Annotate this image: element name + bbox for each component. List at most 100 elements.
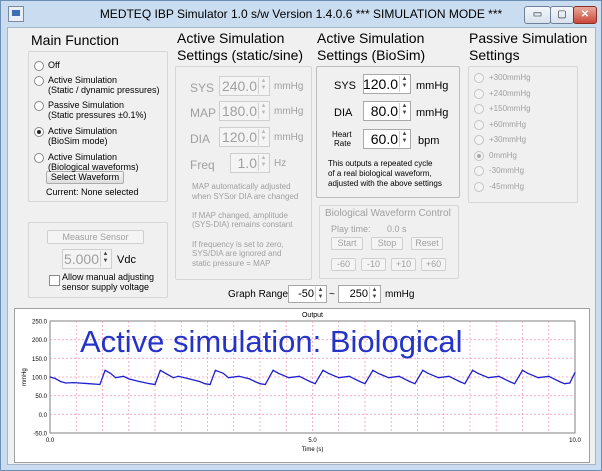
spinner-icon[interactable]: ▲ ▼: [258, 129, 268, 145]
passive-radio[interactable]: [474, 150, 484, 161]
main-function-radio[interactable]: [34, 101, 44, 111]
biosim-dia-label: DIA: [334, 107, 353, 119]
series-point: [78, 382, 80, 384]
biosim-dia-value: 80.0: [370, 103, 398, 119]
y-tick-label: -50.0: [33, 432, 47, 438]
series-point: [464, 383, 466, 385]
series-point: [364, 383, 366, 385]
static-sine-param-value: 120.0: [221, 129, 257, 145]
maximize-icon: ▢: [557, 9, 567, 20]
main-function-option-label: Active Simulation: [48, 152, 118, 162]
series-point: [149, 383, 151, 385]
series-point: [222, 372, 224, 374]
passive-option-label: 0mmHg: [489, 150, 518, 160]
passive-radio[interactable]: [474, 181, 484, 192]
spinner-icon[interactable]: ▲ ▼: [399, 76, 409, 92]
passive-option-label: +30mmHg: [489, 135, 527, 144]
sensor-voltage-unit: Vdc: [117, 254, 136, 266]
static-sine-note: MAP automatically adjusted: [192, 182, 291, 191]
chart-title: Output: [302, 312, 323, 319]
graph-range-min-field[interactable]: -50 ▲ ▼: [288, 285, 327, 303]
graph-range-unit: mmHg: [385, 289, 415, 300]
app-window: MEDTEQ IBP Simulator 1.0 s/w Version 1.4…: [0, 0, 602, 471]
static-sine-param-field[interactable]: 180.0 ▲ ▼: [219, 101, 270, 121]
main-function-option-sublabel: (BioSim mode): [48, 136, 108, 146]
static-sine-param-field[interactable]: 1.0 ▲ ▼: [230, 153, 270, 173]
passive-radio[interactable]: [474, 166, 484, 176]
static-sine-param-field[interactable]: 120.0 ▲ ▼: [219, 127, 270, 147]
bio-control-step-button[interactable]: -10: [361, 258, 386, 271]
spinner-icon[interactable]: ▲ ▼: [100, 251, 110, 267]
main-function-radio[interactable]: [34, 76, 44, 86]
static-sine-param-field[interactable]: 240.0 ▲ ▼: [219, 76, 270, 96]
graph-range-label: Graph Range:: [228, 289, 291, 300]
biosim-hr-unit: bpm: [418, 135, 440, 147]
static-sine-param-value: 180.0: [221, 103, 257, 119]
series-point: [338, 377, 340, 379]
main-function-option-label: Passive Simulation: [48, 100, 125, 110]
passive-heading-2: Settings: [469, 47, 520, 63]
spinner-icon[interactable]: ▲ ▼: [258, 103, 268, 119]
spinner-icon[interactable]: ▲ ▼: [399, 131, 409, 147]
bio-control-reset-button[interactable]: Reset: [411, 237, 443, 250]
series-point: [115, 377, 117, 379]
spinner-icon[interactable]: ▲ ▼: [258, 155, 268, 171]
spinner-icon[interactable]: ▲ ▼: [258, 78, 268, 94]
manual-adjust-checkbox[interactable]: [49, 275, 60, 286]
series-point: [88, 383, 90, 385]
spinner-icon[interactable]: ▲ ▼: [399, 103, 409, 119]
graph-range-min-value: -50: [298, 288, 314, 300]
passive-option-label: +150mmHg: [489, 104, 531, 113]
static-sine-param-label: Freq: [190, 158, 215, 172]
spinner-icon[interactable]: ▲ ▼: [369, 287, 379, 301]
spinner-icon[interactable]: ▲ ▼: [315, 287, 325, 301]
biosim-hr-field[interactable]: 60.0 ▲ ▼: [363, 129, 411, 149]
series-point: [164, 372, 167, 374]
minimize-button[interactable]: ▭: [524, 6, 551, 24]
series-point: [204, 383, 206, 385]
bio-control-stop-button[interactable]: Stop: [371, 237, 403, 250]
series-point: [288, 377, 290, 379]
main-function-radio[interactable]: [34, 153, 44, 163]
bio-control-step-button[interactable]: -60: [331, 258, 356, 271]
sensor-voltage-field[interactable]: 5.000 ▲ ▼: [62, 249, 112, 269]
series-point: [448, 375, 450, 377]
biosim-hr-label-1: Heart: [332, 130, 352, 139]
series-point: [403, 378, 405, 380]
series-point: [227, 377, 230, 379]
output-chart: 250.0 200.0 150.0 100.0 50.0 0.0 -50.0 0.0 5.0 10…: [14, 308, 590, 463]
maximize-button[interactable]: ▢: [550, 6, 574, 24]
graph-range-max-field[interactable]: 250 ▲ ▼: [338, 285, 381, 303]
passive-radio[interactable]: [474, 119, 484, 130]
series-point: [154, 383, 156, 386]
series-point: [348, 375, 350, 377]
static-sine-note: If frequency is set to zero,: [192, 239, 284, 249]
series-point: [508, 380, 510, 383]
series-point: [558, 380, 560, 383]
passive-radio[interactable]: [474, 104, 484, 114]
passive-radio[interactable]: [474, 135, 484, 145]
biosim-dia-field[interactable]: 80.0 ▲ ▼: [363, 101, 411, 121]
series-point: [128, 378, 130, 380]
minimize-icon: ▭: [532, 9, 543, 20]
current-waveform-label: Current: None selected: [46, 187, 139, 197]
main-function-radio[interactable]: [34, 61, 44, 71]
bio-control-step-button[interactable]: +60: [421, 258, 446, 271]
series-point: [314, 383, 316, 385]
main-function-radio[interactable]: [34, 127, 44, 137]
static-sine-note: If MAP changed, amplitude: [192, 210, 288, 220]
bio-control-step-button[interactable]: +10: [391, 258, 416, 271]
measure-sensor-button[interactable]: Measure Sensor: [47, 230, 144, 244]
biosim-sys-field[interactable]: 120.0 ▲ ▼: [363, 74, 411, 94]
close-button[interactable]: ✕: [573, 6, 597, 24]
main-function-option-label: Active Simulation: [48, 75, 118, 85]
select-waveform-button[interactable]: Select Waveform: [46, 171, 124, 184]
static-sine-param-unit: mmHg: [274, 106, 304, 117]
series-point: [359, 380, 361, 383]
bio-control-start-button[interactable]: Start: [331, 237, 363, 250]
sensor-voltage-value: 5.000: [63, 251, 99, 267]
passive-radio[interactable]: [474, 73, 484, 83]
static-sine-param-value: 240.0: [221, 78, 257, 94]
passive-radio[interactable]: [474, 88, 484, 99]
series-point: [514, 383, 516, 385]
